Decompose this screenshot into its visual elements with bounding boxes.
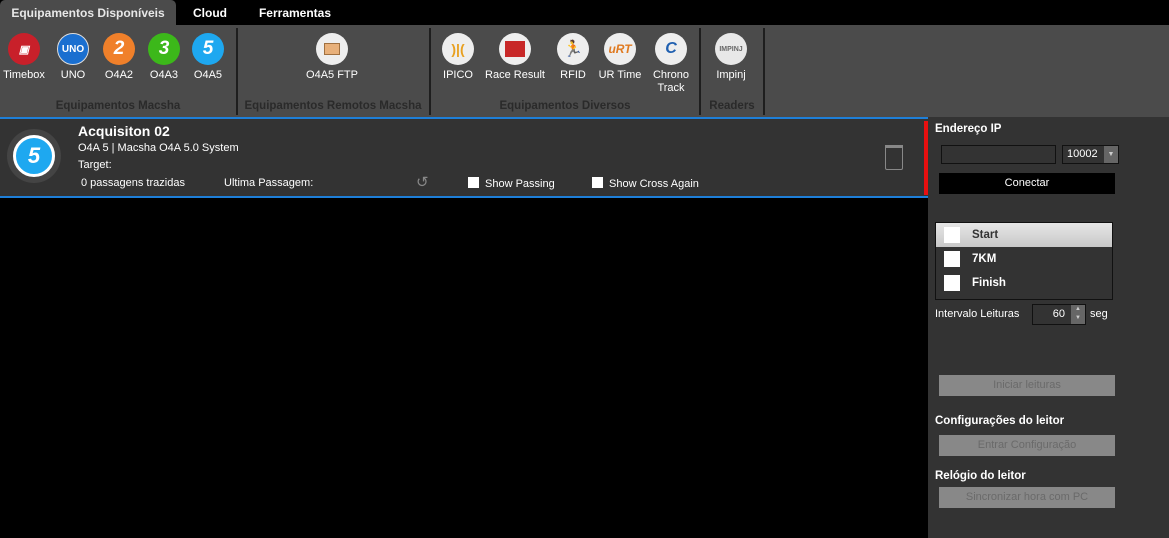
list-item[interactable]: Start	[936, 223, 1112, 247]
show-cross-again-checkbox[interactable]: Show Cross Again	[592, 177, 699, 190]
refresh-icon[interactable]: ↺	[416, 173, 429, 191]
label: IPICO	[443, 69, 473, 81]
impinj-icon: IMPINJ	[715, 33, 747, 65]
label: Impinj	[716, 69, 746, 81]
ribbon: ▣ Timebox UNO UNO 2 O4A2 3 O4A3 5 O4A5 Equipa…	[0, 25, 1169, 117]
config-title: Configurações do leitor	[935, 415, 1065, 427]
trash-icon[interactable]	[885, 145, 903, 170]
race-result-button[interactable]: Race Result	[482, 33, 548, 82]
folder-network-icon	[316, 33, 348, 65]
runner-icon: 🏃	[557, 33, 589, 65]
ur-time-button[interactable]: uRT UR Time	[592, 33, 648, 82]
label: O4A5	[193, 69, 223, 81]
timing-points-list: Start 7KM Finish	[935, 222, 1113, 300]
device-card[interactable]: 5 Acquisiton 02 O4A 5 | Macsha O4A 5.0 S…	[0, 119, 928, 197]
checkbox[interactable]	[944, 227, 960, 243]
o4a3-icon: 3	[148, 33, 180, 65]
device-target: Target:	[78, 159, 112, 171]
interval-label: Intervalo Leituras	[935, 308, 1020, 320]
o4a5-icon: 5	[192, 33, 224, 65]
list-item[interactable]: 7KM	[936, 247, 1112, 271]
enter-config-button[interactable]: Entrar Configuração	[939, 435, 1115, 456]
group-label: Equipamentos Diversos	[499, 100, 631, 112]
connect-button[interactable]: Conectar	[939, 173, 1115, 194]
group-label: Equipamentos Remotos Macsha	[244, 100, 422, 112]
chronotrack-icon: C	[655, 33, 687, 65]
ip-title: Endereço IP	[935, 123, 1002, 135]
divider	[0, 196, 928, 198]
tab-ferramentas[interactable]: Ferramentas	[245, 0, 345, 25]
label: UR Time	[598, 69, 642, 81]
label: Chrono Track	[652, 69, 690, 94]
label: Finish	[972, 277, 1006, 289]
device-name: Acquisiton 02	[78, 123, 170, 139]
device-model: O4A 5 | Macsha O4A 5.0 System	[78, 142, 239, 154]
start-reading-button[interactable]: Iniciar leituras	[939, 375, 1115, 396]
last-passage: Ultima Passagem:	[224, 177, 314, 189]
urt-icon: uRT	[604, 33, 636, 65]
label: Race Result	[485, 69, 545, 81]
o4a5-button[interactable]: 5 O4A5	[180, 33, 236, 82]
interval-stepper[interactable]: 60 ▲ ▼	[1032, 304, 1086, 325]
passages-count: 0 passagens trazidas	[81, 177, 185, 189]
tab-equipamentos[interactable]: Equipamentos Disponíveis	[0, 0, 176, 25]
device-icon: 5	[7, 129, 61, 183]
timebox-icon: ▣	[8, 33, 40, 65]
checkbox[interactable]	[944, 251, 960, 267]
clock-title: Relógio do leitor	[935, 470, 1026, 482]
o4a2-icon: 2	[103, 33, 135, 65]
port-value: 10002	[1067, 148, 1098, 160]
chevron-down-icon: ▼	[1104, 146, 1118, 163]
label: Start	[972, 229, 999, 241]
race-result-icon	[499, 33, 531, 65]
ipico-button[interactable]: )|( IPICO	[430, 33, 486, 82]
label: Show Cross Again	[609, 178, 699, 190]
label: Show Passing	[485, 178, 555, 190]
reader-panel: Endereço IP 10002 ▼ Conectar Start 7KM Fi…	[928, 117, 1169, 538]
impinj-button[interactable]: IMPINJ Impinj	[703, 33, 759, 82]
stepper-arrows-icon[interactable]: ▲ ▼	[1071, 305, 1085, 324]
interval-value: 60	[1052, 308, 1065, 320]
list-item[interactable]: Finish	[936, 271, 1112, 295]
ip-input[interactable]	[941, 145, 1056, 164]
checkbox[interactable]	[944, 275, 960, 291]
interval-unit: seg	[1090, 308, 1108, 320]
group-label: Equipamentos Macsha	[55, 100, 181, 112]
sync-clock-button[interactable]: Sincronizar hora com PC	[939, 487, 1115, 508]
chrono-track-button[interactable]: C Chrono Track	[643, 33, 699, 95]
o4a5-ftp-button[interactable]: O4A5 FTP	[292, 33, 372, 82]
divider	[763, 28, 765, 115]
group-label: Readers	[709, 100, 755, 112]
tab-cloud[interactable]: Cloud	[180, 0, 240, 25]
show-passing-checkbox[interactable]: Show Passing	[468, 177, 555, 190]
uno-icon: UNO	[57, 33, 89, 65]
label: O4A5 FTP	[306, 69, 358, 81]
port-select[interactable]: 10002 ▼	[1062, 145, 1119, 164]
label: 7KM	[972, 253, 997, 265]
ipico-icon: )|(	[442, 33, 474, 65]
